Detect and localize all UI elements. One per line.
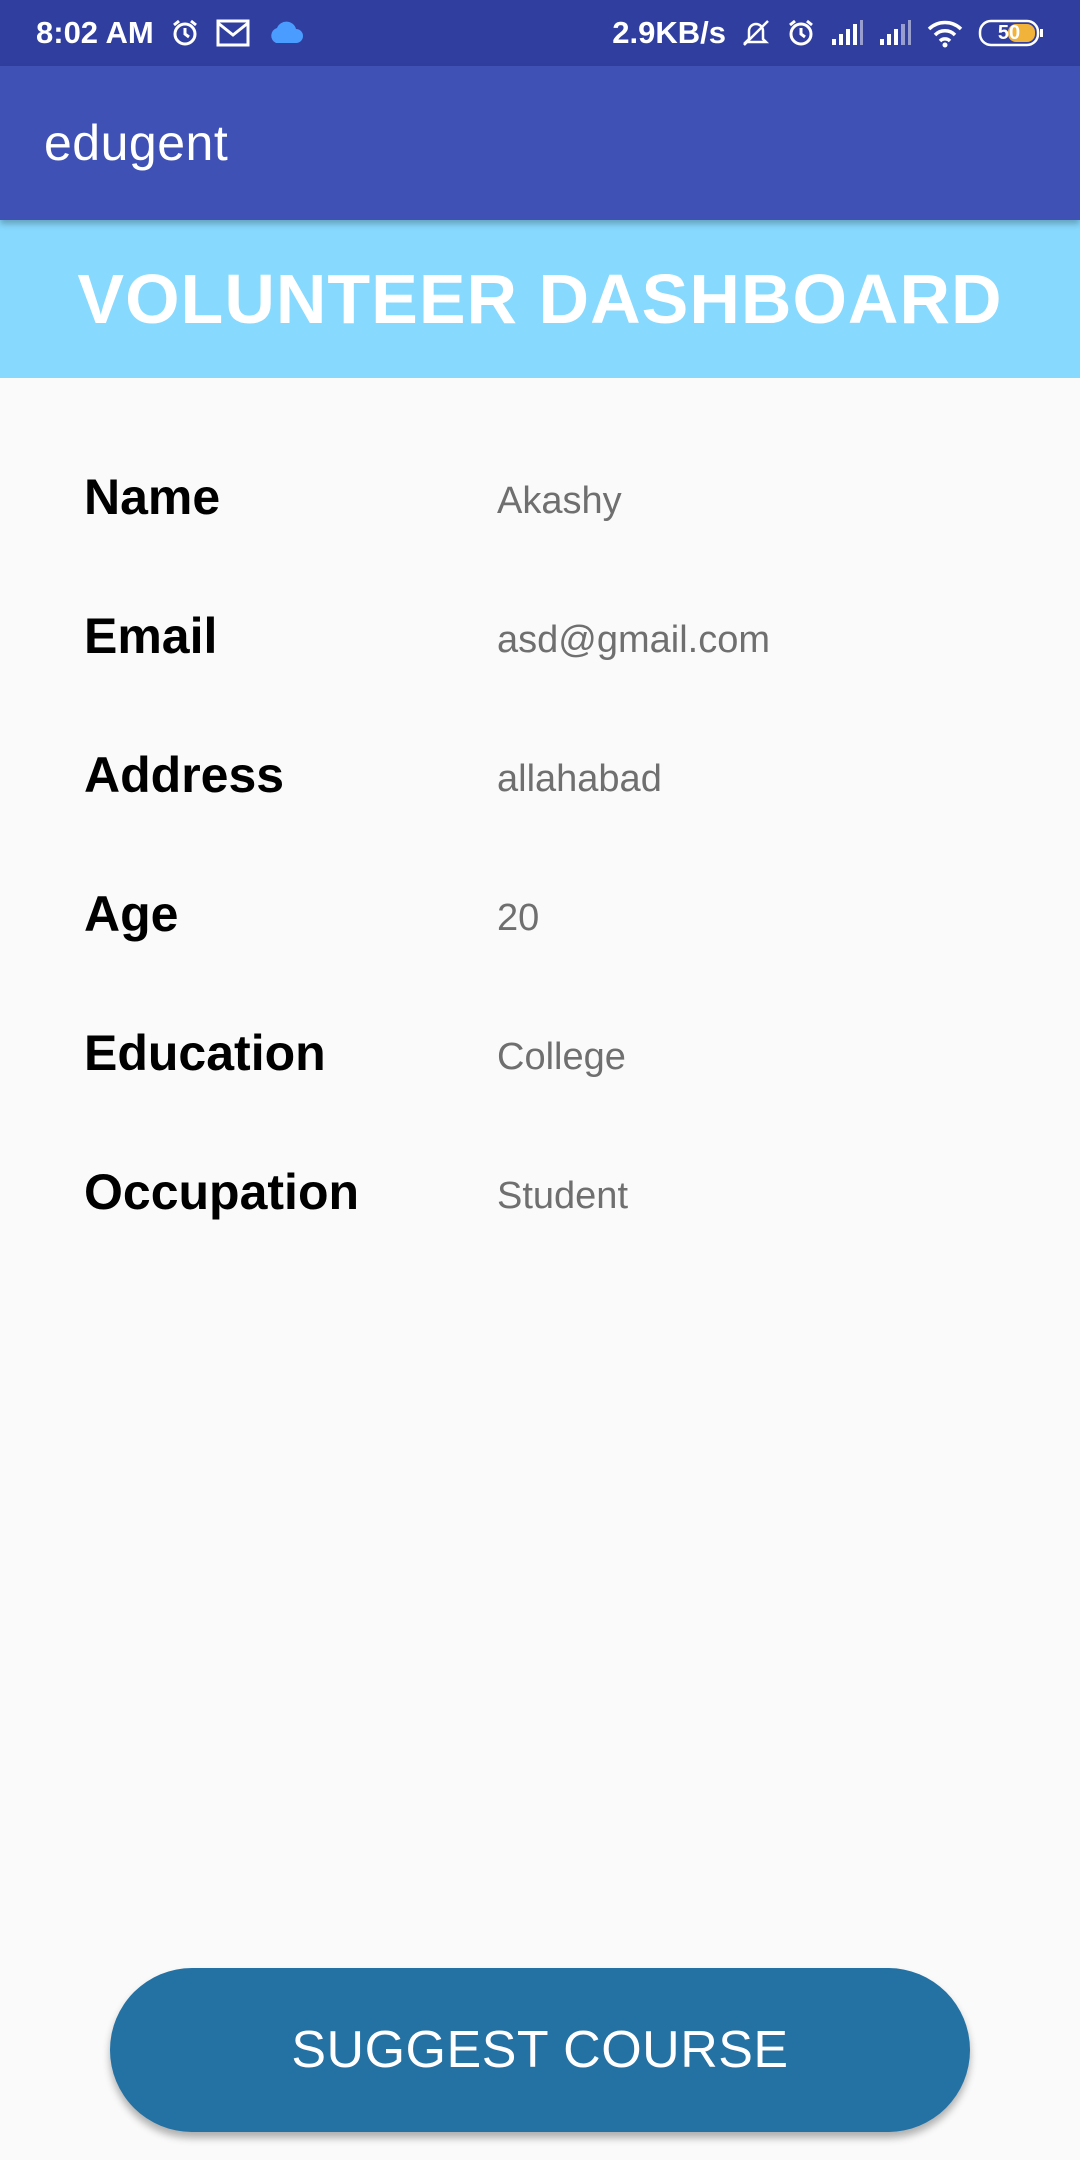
info-row-education: Education College [0, 996, 1080, 1135]
email-label: Email [84, 608, 218, 664]
dashboard-banner: VOLUNTEER DASHBOARD [0, 220, 1080, 378]
info-row-email: Email asd@gmail.com [0, 579, 1080, 718]
profile-info: Name Akashy Email asd@gmail.com Address … [0, 440, 1080, 1274]
info-row-occupation: Occupation Student [0, 1135, 1080, 1274]
gmail-icon [216, 19, 250, 47]
education-label: Education [84, 1025, 326, 1081]
age-value: 20 [497, 897, 540, 939]
info-row-name: Name Akashy [0, 440, 1080, 579]
address-value: allahabad [497, 758, 662, 800]
network-speed: 2.9KB/s [612, 15, 726, 50]
email-value: asd@gmail.com [497, 619, 770, 661]
cloud-icon [266, 21, 304, 45]
occupation-label: Occupation [84, 1164, 360, 1220]
info-row-age: Age 20 [0, 857, 1080, 996]
info-row-address: Address allahabad [0, 718, 1080, 857]
page-title: VOLUNTEER DASHBOARD [77, 260, 1003, 338]
status-bar-right: 2.9KB/s 50 [612, 15, 1044, 51]
education-value: College [497, 1036, 626, 1078]
suggest-course-button[interactable]: SUGGEST COURSE [110, 1968, 970, 2132]
signal-icon [878, 19, 912, 47]
battery-icon: 50 [978, 18, 1044, 48]
status-bar: 8:02 AM 2.9KB/s 50 [0, 0, 1080, 66]
screen: 8:02 AM 2.9KB/s 50 edugent VOLUNTEER DAS… [0, 0, 1080, 2160]
alarm-icon [786, 18, 816, 48]
age-label: Age [84, 886, 179, 942]
alarm-icon [170, 18, 200, 48]
name-label: Name [84, 469, 221, 525]
status-time: 8:02 AM [36, 15, 154, 50]
app-bar: edugent [0, 66, 1080, 220]
wifi-icon [926, 18, 964, 48]
app-title: edugent [44, 115, 229, 171]
mute-notification-icon [740, 17, 772, 49]
battery-level: 50 [997, 21, 1021, 44]
name-value: Akashy [497, 480, 622, 522]
occupation-value: Student [497, 1175, 628, 1217]
status-bar-left: 8:02 AM [36, 15, 304, 51]
address-label: Address [84, 747, 285, 803]
signal-icon [830, 19, 864, 47]
